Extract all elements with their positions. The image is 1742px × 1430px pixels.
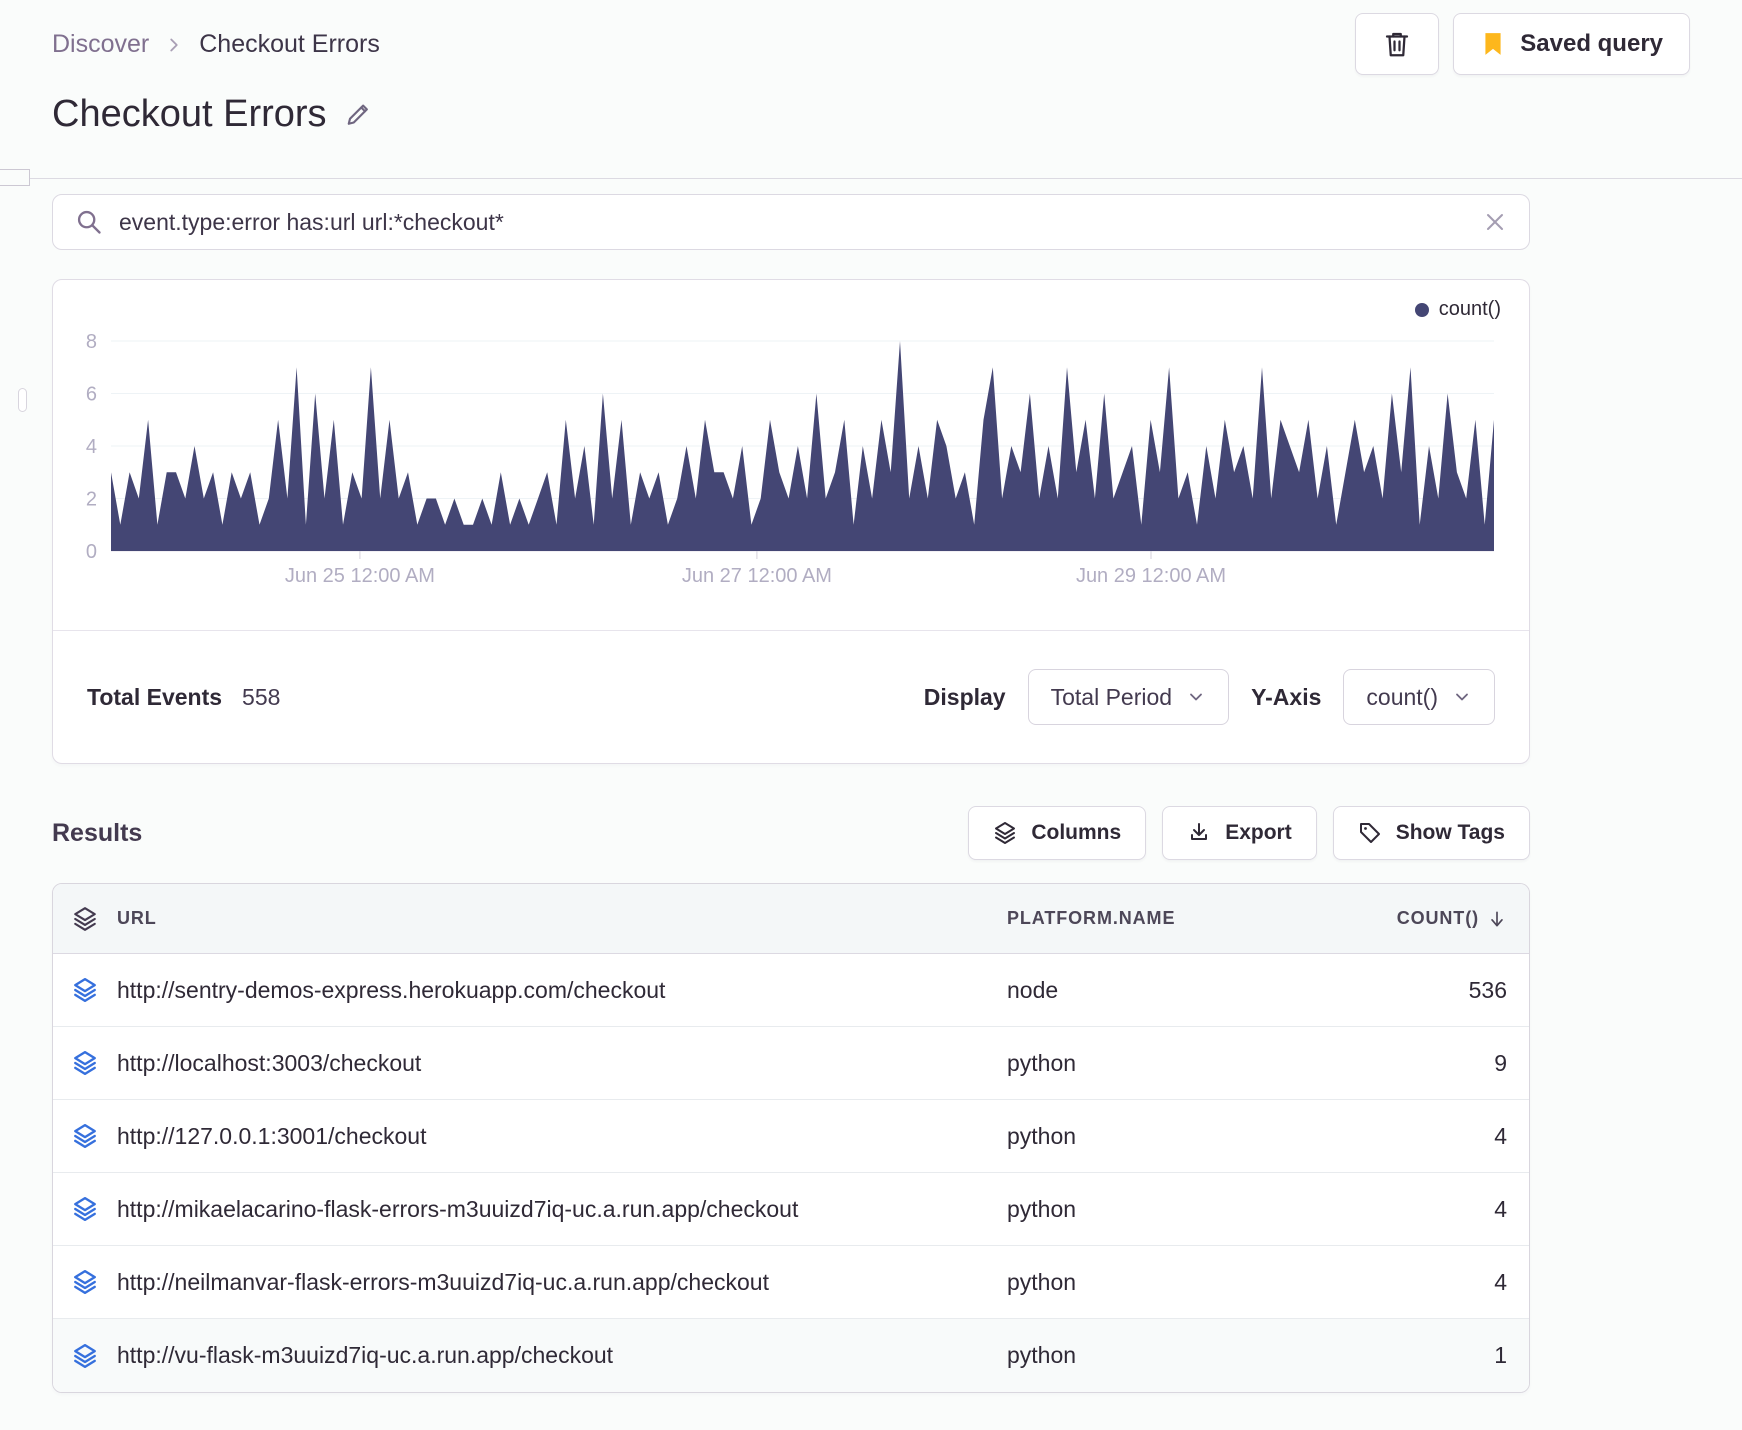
events-chart-panel: count() 0 2 4 6 8 Jun 25 12:00 AM Jun 27 12:00… [52, 279, 1530, 764]
svg-text:Jun 27 12:00 AM: Jun 27 12:00 AM [682, 565, 832, 587]
cell-platform: python [1007, 1342, 1077, 1368]
cell-platform: python [1007, 1049, 1077, 1076]
table-row: http://vu-flask-m3uuizd7iq-uc.a.run.app/… [53, 1319, 1529, 1392]
legend-label: count() [1438, 298, 1501, 320]
cell-url: http://localhost:3003/checkout [117, 1049, 422, 1076]
table-row: http://127.0.0.1:3001/checkout python 4 [53, 1100, 1529, 1173]
svg-text:4: 4 [86, 436, 97, 458]
cell-url: http://neilmanvar-flask-errors-m3uuizd7i… [117, 1268, 769, 1295]
header-divider [0, 169, 1742, 186]
table-header-row: URL PLATFORM.NAME COUNT() [53, 884, 1529, 954]
export-button-label: Export [1225, 821, 1292, 844]
cell-url: http://127.0.0.1:3001/checkout [117, 1122, 427, 1149]
svg-text:Jun 25 12:00 AM: Jun 25 12:00 AM [285, 565, 435, 587]
total-events-value: 558 [242, 683, 281, 710]
column-header-platform[interactable]: PLATFORM.NAME [1007, 908, 1349, 929]
tag-icon [1358, 821, 1382, 845]
chart-footer: Total Events 558 Display Total Period Y-… [53, 631, 1529, 763]
show-tags-button[interactable]: Show Tags [1332, 806, 1530, 860]
show-tags-button-label: Show Tags [1395, 821, 1505, 844]
cell-platform: node [1007, 976, 1059, 1003]
legend-dot-icon [1414, 302, 1429, 317]
export-button[interactable]: Export [1162, 806, 1317, 860]
saved-query-button[interactable]: Saved query [1453, 13, 1690, 75]
column-header-url[interactable]: URL [117, 908, 1007, 929]
display-dropdown[interactable]: Total Period [1027, 669, 1230, 725]
delete-query-button[interactable] [1355, 13, 1440, 75]
cell-count: 4 [1494, 1122, 1507, 1149]
chevron-down-icon [1452, 687, 1472, 707]
sort-descending-icon [1487, 909, 1507, 929]
search-icon [75, 208, 103, 236]
saved-query-label: Saved query [1520, 30, 1663, 57]
page-header: Discover Checkout Errors Saved query [0, 0, 1742, 75]
cell-url: http://sentry-demos-express.herokuapp.co… [117, 976, 666, 1003]
table-row: http://neilmanvar-flask-errors-m3uuizd7i… [53, 1246, 1529, 1319]
cell-count: 536 [1468, 976, 1507, 1003]
sidebar-drag-handle[interactable] [18, 388, 27, 412]
svg-text:2: 2 [86, 489, 97, 511]
svg-text:0: 0 [86, 541, 97, 563]
trash-icon [1382, 29, 1412, 59]
layers-icon[interactable] [72, 906, 98, 932]
collapse-tab[interactable] [0, 169, 30, 186]
edit-pencil-icon[interactable] [345, 100, 375, 130]
results-heading: Results [52, 818, 143, 847]
svg-text:6: 6 [86, 384, 97, 406]
breadcrumb-current: Checkout Errors [199, 30, 380, 58]
display-dropdown-value: Total Period [1050, 683, 1173, 710]
bookmark-icon [1480, 31, 1506, 57]
cell-count: 4 [1494, 1195, 1507, 1222]
cell-count: 9 [1494, 1049, 1507, 1076]
layers-icon[interactable] [72, 1269, 98, 1295]
events-area-chart: 0 2 4 6 8 Jun 25 12:00 AM Jun 27 12:00 AM Jun 2… [53, 321, 1529, 616]
legend-item-count[interactable]: count() [1414, 298, 1501, 321]
layers-icon[interactable] [72, 1123, 98, 1149]
chevron-right-icon [163, 34, 185, 56]
total-events-label: Total Events [87, 683, 223, 710]
cell-url: http://vu-flask-m3uuizd7iq-uc.a.run.app/… [117, 1342, 614, 1368]
display-label: Display [923, 683, 1006, 710]
search-input[interactable] [119, 208, 1467, 236]
svg-text:Jun 29 12:00 AM: Jun 29 12:00 AM [1076, 565, 1226, 587]
table-row: http://mikaelacarino-flask-errors-m3uuiz… [53, 1173, 1529, 1246]
cell-platform: python [1007, 1268, 1077, 1295]
cell-url: http://mikaelacarino-flask-errors-m3uuiz… [117, 1195, 799, 1222]
page-title: Checkout Errors [52, 93, 327, 135]
layers-icon[interactable] [72, 1050, 98, 1076]
results-toolbar: Results Columns Export Show Tags [52, 806, 1530, 860]
yaxis-dropdown-value: count() [1366, 683, 1438, 710]
table-row: http://localhost:3003/checkout python 9 [53, 1027, 1529, 1100]
page-title-row: Checkout Errors [52, 93, 1690, 136]
svg-text:8: 8 [86, 331, 97, 353]
cell-platform: python [1007, 1122, 1077, 1149]
chevron-down-icon [1186, 687, 1206, 707]
column-header-count[interactable]: COUNT() [1397, 908, 1507, 929]
cell-platform: python [1007, 1195, 1077, 1222]
close-icon[interactable] [1483, 210, 1507, 234]
layers-icon [993, 821, 1017, 845]
columns-button[interactable]: Columns [968, 806, 1147, 860]
yaxis-label: Y-Axis [1251, 683, 1322, 710]
table-row: http://sentry-demos-express.herokuapp.co… [53, 954, 1529, 1027]
yaxis-dropdown[interactable]: count() [1343, 669, 1495, 725]
results-table: URL PLATFORM.NAME COUNT() http://sentry-… [52, 883, 1530, 1393]
layers-icon[interactable] [72, 1343, 98, 1369]
search-bar [52, 194, 1530, 250]
columns-button-label: Columns [1031, 821, 1122, 844]
download-icon [1187, 821, 1211, 845]
layers-icon[interactable] [72, 1196, 98, 1222]
cell-count: 1 [1494, 1342, 1507, 1368]
column-header-count-label: COUNT() [1396, 908, 1479, 928]
breadcrumb-discover[interactable]: Discover [52, 30, 149, 59]
cell-count: 4 [1494, 1268, 1507, 1295]
layers-icon[interactable] [72, 977, 98, 1003]
